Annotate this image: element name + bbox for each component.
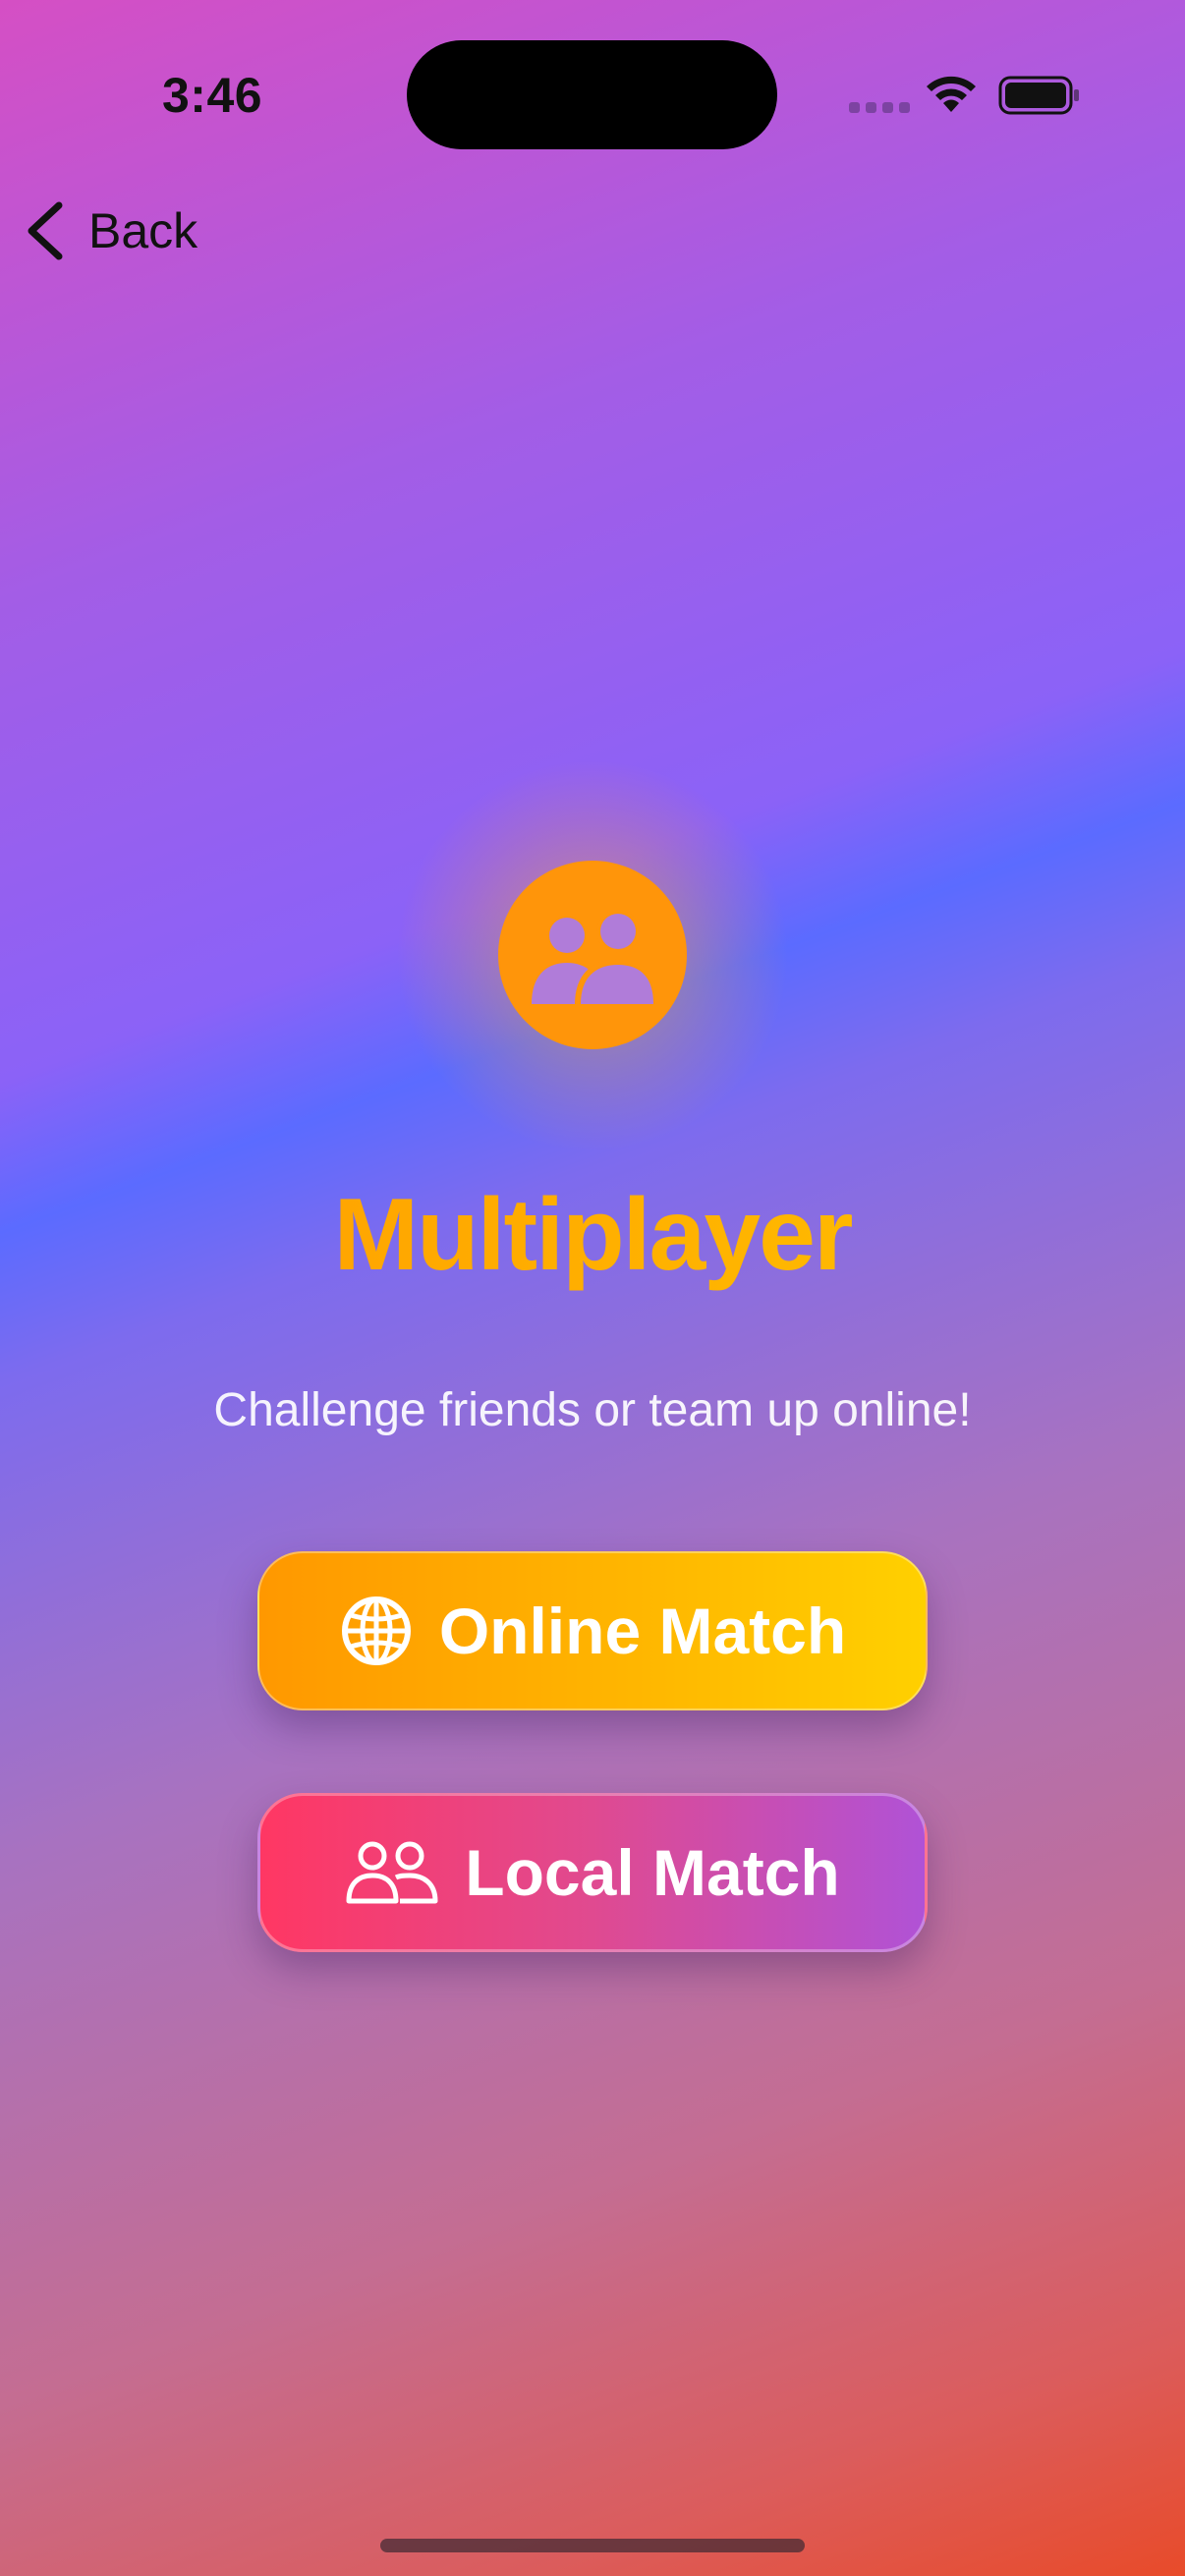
back-label: Back <box>88 203 198 258</box>
dynamic-island <box>407 40 777 149</box>
page-title: Multiplayer <box>0 1177 1185 1294</box>
battery-icon <box>998 76 1079 115</box>
cellular-signal-icon <box>849 102 910 113</box>
status-time: 3:46 <box>162 68 263 123</box>
globe-icon <box>341 1596 411 1665</box>
multiplayer-people-icon <box>498 861 687 1049</box>
chevron-left-icon <box>28 201 63 260</box>
local-match-button[interactable]: Local Match <box>257 1793 928 1952</box>
two-people-icon <box>346 1841 438 1904</box>
online-match-button[interactable]: Online Match <box>257 1551 928 1710</box>
page-subtitle: Challenge friends or team up online! <box>213 1384 972 1436</box>
home-indicator[interactable] <box>380 2539 805 2552</box>
back-button[interactable]: Back <box>22 195 198 267</box>
local-match-label: Local Match <box>465 1836 840 1909</box>
online-match-label: Online Match <box>438 1595 847 1667</box>
wifi-icon <box>927 76 976 112</box>
